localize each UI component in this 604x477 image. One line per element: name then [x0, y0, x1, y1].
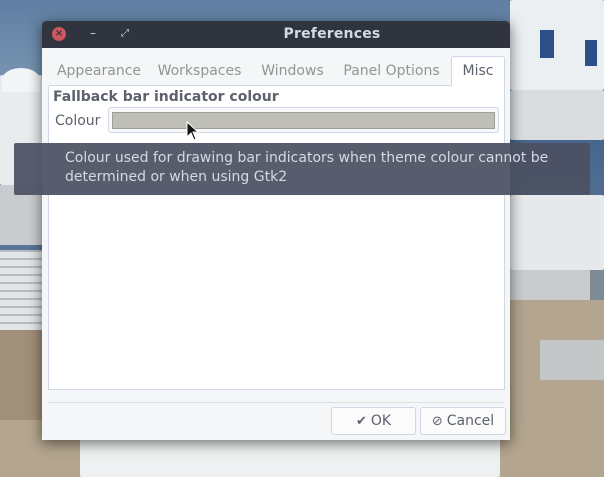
colour-label: Colour: [55, 113, 101, 129]
tooltip-text: Colour used for drawing bar indicators w…: [65, 150, 549, 185]
colour-swatch: [112, 112, 495, 129]
divider: [48, 402, 504, 403]
section-title: Fallback bar indicator colour: [53, 89, 279, 105]
titlebar: × – ⤢ Preferences: [42, 21, 510, 48]
tab-panel-options[interactable]: Panel Options: [339, 57, 444, 85]
tab-bar: Appearance Workspaces Windows Panel Opti…: [49, 56, 505, 86]
preferences-window: × – ⤢ Preferences Appearance Workspaces …: [42, 21, 510, 440]
close-icon[interactable]: ×: [52, 27, 66, 41]
mouse-cursor-icon: [186, 121, 200, 141]
tooltip: Colour used for drawing bar indicators w…: [14, 143, 590, 195]
cancel-icon: ⊘: [431, 414, 443, 429]
window-title: Preferences: [283, 26, 381, 42]
ok-label: OK: [370, 413, 392, 429]
cancel-label: Cancel: [446, 413, 495, 429]
misc-page: Fallback bar indicator colour Colour: [48, 86, 505, 390]
cancel-button[interactable]: ⊘ Cancel: [420, 407, 506, 435]
minimize-icon[interactable]: –: [87, 27, 99, 41]
ok-button[interactable]: ✔ OK: [331, 407, 416, 435]
maximize-icon[interactable]: ⤢: [119, 27, 131, 41]
tab-misc[interactable]: Misc: [451, 56, 505, 86]
tab-appearance[interactable]: Appearance: [49, 57, 149, 85]
colour-picker-button[interactable]: [108, 107, 499, 133]
tab-windows[interactable]: Windows: [255, 57, 330, 85]
check-icon: ✔: [355, 414, 367, 429]
tab-workspaces[interactable]: Workspaces: [152, 57, 247, 85]
